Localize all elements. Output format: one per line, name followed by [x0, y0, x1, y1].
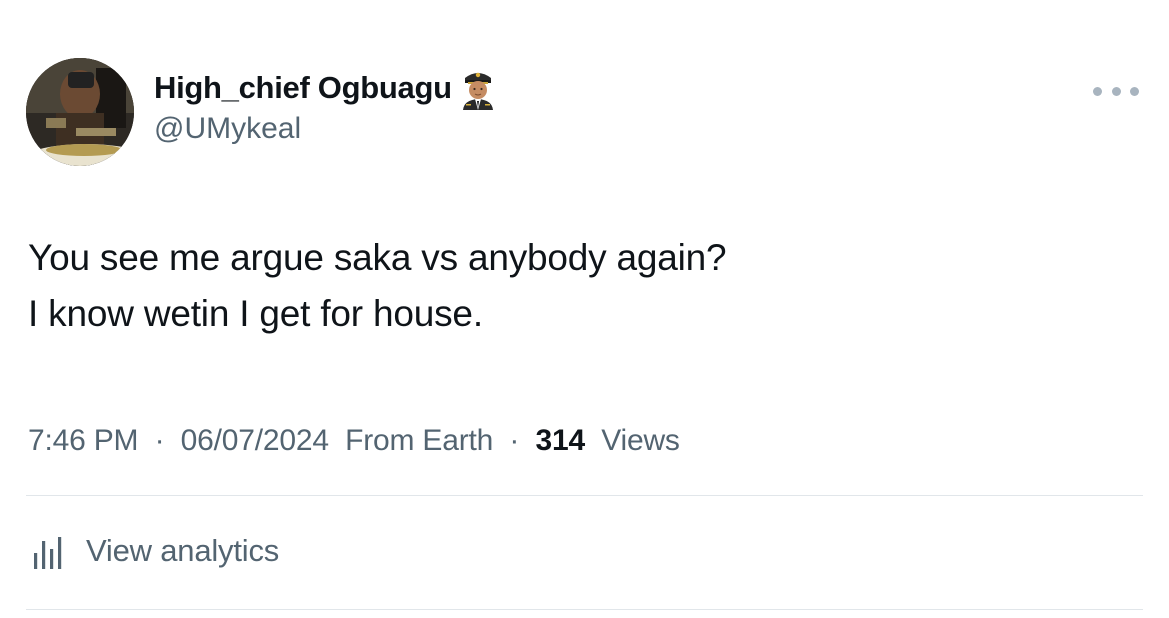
meta-separator: ·: [501, 424, 528, 457]
views-count: 314: [535, 424, 585, 457]
tweet-time[interactable]: 7:46 PM: [28, 424, 139, 457]
user-handle[interactable]: @UMykeal: [154, 112, 496, 146]
tweet-text: You see me argue saka vs anybody again? …: [28, 230, 727, 342]
more-options-button[interactable]: [1093, 82, 1139, 100]
view-analytics-button[interactable]: View analytics: [28, 526, 279, 576]
divider: [26, 609, 1143, 610]
tweet-detail: High_chief Ogbuagu @UMykeal You see me a…: [0, 0, 1169, 618]
display-name-row: High_chief Ogbuagu: [154, 66, 496, 110]
more-horizontal-icon: [1130, 86, 1139, 96]
avatar[interactable]: [26, 58, 134, 166]
views-label: Views: [593, 424, 680, 457]
pilot-emoji-icon: [460, 66, 496, 110]
tweet-text-line: You see me argue saka vs anybody again?: [28, 237, 727, 278]
avatar-photo: [26, 58, 134, 166]
divider: [26, 495, 1143, 496]
tweet-meta: 7:46 PM · 06/07/2024 From Earth · 314 Vi…: [28, 424, 680, 458]
tweet-source: From Earth: [336, 424, 494, 457]
display-name[interactable]: High_chief Ogbuagu: [154, 70, 452, 106]
more-horizontal-icon: [1093, 86, 1102, 96]
tweet-text-line: I know wetin I get for house.: [28, 293, 483, 334]
meta-separator: ·: [146, 424, 173, 457]
author-block: High_chief Ogbuagu @UMykeal: [154, 66, 496, 146]
view-analytics-label: View analytics: [86, 533, 280, 568]
more-horizontal-icon: [1111, 86, 1121, 96]
bar-chart-icon: [28, 529, 72, 573]
tweet-date[interactable]: 06/07/2024: [181, 424, 329, 457]
